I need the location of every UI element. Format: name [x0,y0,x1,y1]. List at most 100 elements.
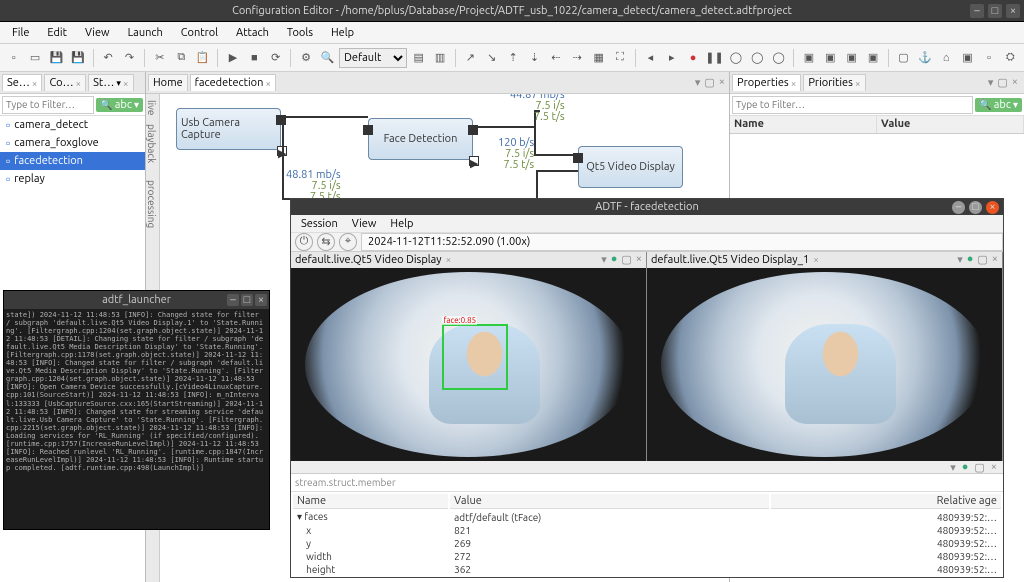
vid-opts-icon[interactable]: ▾ [601,253,607,266]
tool-circle2-icon[interactable]: ◯ [748,48,767,68]
tool-grid-icon[interactable]: ▦ [589,48,608,68]
canvas-opts-icon[interactable]: ▾ [695,76,701,89]
tool-saveall-icon[interactable]: 💾 [68,48,87,68]
col-name[interactable]: Name [293,494,448,509]
filter-mode-chip[interactable]: 🔍 abc ▾ [96,98,143,112]
tool-a-icon[interactable]: ▤ [409,48,428,68]
tool-left-icon[interactable]: ⇠ [546,48,565,68]
session-camera-detect[interactable]: ▫camera_detect [0,116,145,134]
launcher-window[interactable]: adtf_launcher – □ × state]) 2024-11-12 1… [3,290,270,530]
tab-home[interactable]: Home [148,74,188,91]
video-tab-right[interactable]: default.live.Qt5 Video Display_1 [651,254,809,266]
stream-row[interactable]: width272480939:52:… [293,551,1001,562]
tool-pause-icon[interactable]: ❚❚ [705,48,724,68]
main-min-icon[interactable]: – [970,4,984,18]
tool-save-icon[interactable]: 💾 [47,48,66,68]
tool-fit-icon[interactable]: ⛶ [610,48,629,68]
tool-panel3-icon[interactable]: ▣ [842,48,861,68]
tool-refresh-icon[interactable]: ⟳ [266,48,285,68]
tool-x5-icon[interactable]: ▫ [979,48,998,68]
stream-row[interactable]: x821480939:52:… [293,525,1001,536]
tool-open-icon[interactable]: ▭ [25,48,44,68]
tool-panel1-icon[interactable]: ▣ [799,48,818,68]
panel-opts-icon[interactable]: ▾ [950,461,956,474]
props-filter-chip[interactable]: 🔍 abc ▾ [975,98,1022,112]
props-filter-input[interactable] [732,96,973,114]
vid2-close-icon[interactable]: × [992,253,998,266]
tool-prev-icon[interactable]: ◂ [641,48,660,68]
props-opts-icon[interactable]: ▾ [988,76,994,89]
menu-tools[interactable]: Tools [279,25,321,41]
tool-up-icon[interactable]: ⇡ [503,48,522,68]
menu-control[interactable]: Control [173,25,226,41]
tool-copy-icon[interactable]: ⧉ [172,48,191,68]
tool-x2-icon[interactable]: ⚓ [915,48,934,68]
sub-target-icon[interactable]: ⌖ [339,233,357,251]
vid2-rec-icon[interactable]: ● [967,253,974,266]
strip-processing[interactable]: processing [146,180,157,228]
props-pin-icon[interactable]: ▢ [997,76,1007,89]
strip-live[interactable]: live [146,100,157,115]
tool-b-icon[interactable]: ▥ [430,48,449,68]
facedetect-window[interactable]: ADTF - facedetection – □ × Session View … [290,198,1004,578]
menu-file[interactable]: File [4,25,37,41]
vid2-opts-icon[interactable]: ▾ [957,253,963,266]
tool-search-icon[interactable]: 🔍 [318,48,337,68]
menu-view[interactable]: View [77,25,118,41]
menu-launch[interactable]: Launch [120,25,171,41]
main-close-icon[interactable]: × [1006,4,1020,18]
tab-components[interactable]: Co…× [44,74,86,91]
sub-min-icon[interactable]: – [952,201,965,214]
launcher-min-icon[interactable]: – [227,294,239,306]
canvas-close-icon[interactable]: × [719,76,725,89]
port-in-icon[interactable] [363,125,373,135]
props-col-name[interactable]: Name [730,116,877,133]
panel-pin-icon[interactable]: ▢ [974,461,984,474]
sub-menu-session[interactable]: Session [295,217,344,231]
tab-priorities[interactable]: Priorities× [803,74,865,91]
session-replay[interactable]: ▫replay [0,170,145,188]
port-thread-icon[interactable]: ▶ [469,156,479,166]
video-tab-left[interactable]: default.live.Qt5 Video Display [295,254,442,266]
vid-rec-icon[interactable]: ● [611,253,618,266]
node-usb-camera[interactable]: Usb Camera Capture ▶ [176,108,281,150]
menu-edit[interactable]: Edit [39,25,75,41]
session-filter-input[interactable] [2,96,94,114]
tool-x6-icon[interactable]: ⛭ [1001,48,1020,68]
tool-circle-icon[interactable]: ◯ [726,48,745,68]
tool-paste-icon[interactable]: 📋 [193,48,212,68]
sub-power-icon[interactable]: ⏻ [295,233,313,251]
menu-attach[interactable]: Attach [228,25,277,41]
tool-down-icon[interactable]: ⇣ [525,48,544,68]
vid2-pin-icon[interactable]: ▢ [977,253,987,266]
sub-close-icon[interactable]: × [986,201,999,214]
tool-link-icon[interactable]: ↗ [461,48,480,68]
col-value[interactable]: Value [450,494,769,509]
tool-next-icon[interactable]: ▸ [662,48,681,68]
session-camera-foxglove[interactable]: ▫camera_foxglove [0,134,145,152]
stream-row[interactable]: ▾ facesadtf/default (tFace)480939:52:… [293,511,1001,523]
tab-sessions[interactable]: Se…× [2,74,42,91]
tab-facedetection[interactable]: facedetection× [190,74,276,91]
tool-redo-icon[interactable]: ↷ [120,48,139,68]
stream-row[interactable]: y269480939:52:… [293,538,1001,549]
launcher-max-icon[interactable]: □ [241,294,253,306]
strip-playback[interactable]: playback [146,124,157,163]
col-age[interactable]: Relative age [771,494,1001,509]
node-video-display[interactable]: Qt5 Video Display [578,146,683,188]
panel-rec-icon[interactable]: ● [962,461,969,473]
tab-streams[interactable]: St…▾× [88,74,133,91]
tool-rec-icon[interactable]: ● [683,48,702,68]
vid-close-icon[interactable]: × [636,253,642,266]
tool-new-icon[interactable]: ▫ [4,48,23,68]
launcher-close-icon[interactable]: × [255,294,267,306]
tool-circle3-icon[interactable]: ◯ [769,48,788,68]
tool-x4-icon[interactable]: ▣ [958,48,977,68]
sub-menu-view[interactable]: View [346,217,383,231]
props-close-icon[interactable]: × [1012,76,1018,89]
stream-row[interactable]: height362480939:52:… [293,564,1001,575]
node-face-detection[interactable]: Face Detection ▶ [368,118,473,160]
tool-run-icon[interactable]: ▶ [223,48,242,68]
tool-x1-icon[interactable]: ▢ [894,48,913,68]
tool-stop-icon[interactable]: ■ [245,48,264,68]
